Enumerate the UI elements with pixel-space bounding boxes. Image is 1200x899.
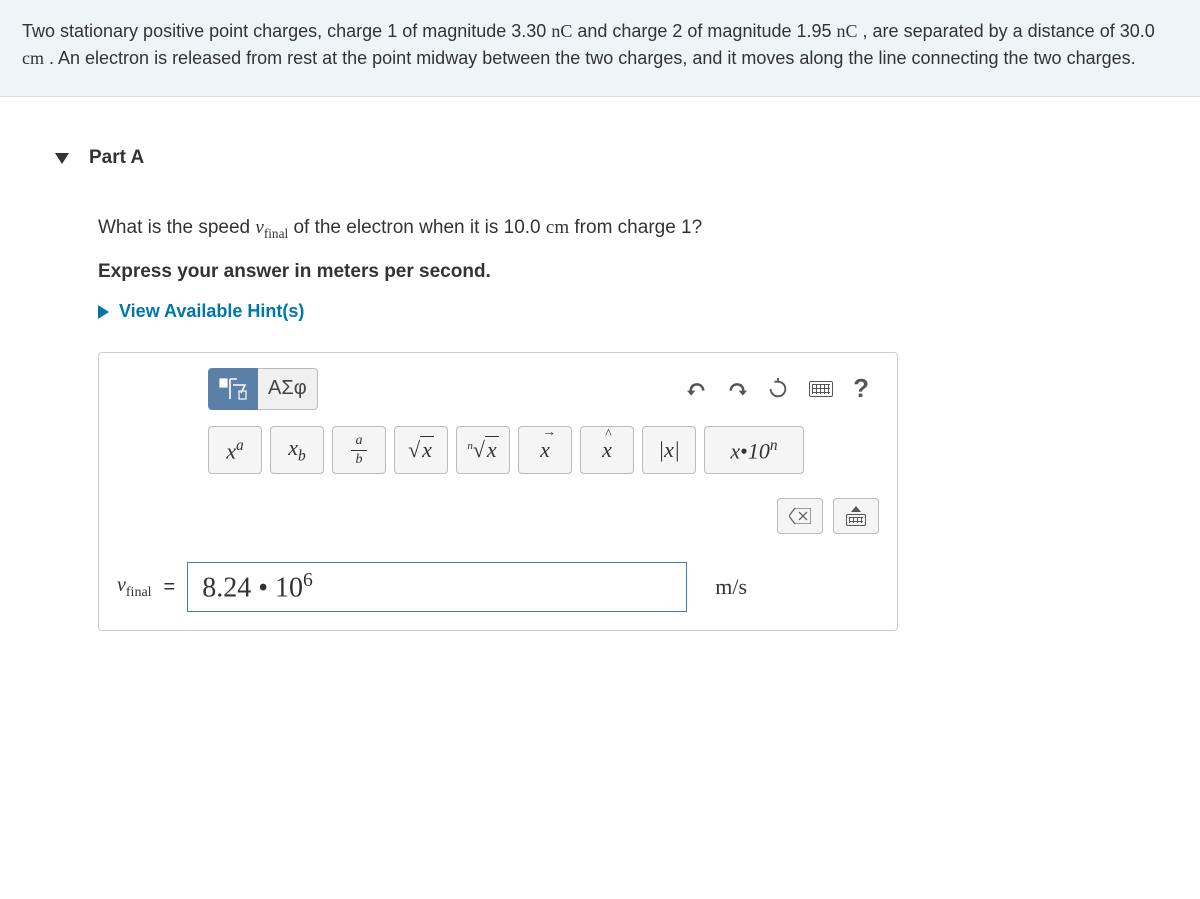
- unit-cm: cm: [22, 48, 44, 68]
- undo-button[interactable]: [677, 371, 717, 407]
- vector-button[interactable]: →x: [518, 426, 572, 474]
- scientific-notation-button[interactable]: x•10n: [704, 426, 804, 474]
- clear-button[interactable]: [777, 498, 823, 534]
- absolute-value-button[interactable]: |x|: [642, 426, 696, 474]
- keyboard-icon: [846, 514, 866, 526]
- toolbar-formatting: xa xb a b √x n√x: [99, 420, 897, 480]
- greek-symbols-button[interactable]: ΑΣφ: [258, 368, 318, 410]
- part-a-section: Part A What is the speed vfinal of the e…: [0, 97, 1200, 651]
- fraction-button[interactable]: a b: [332, 426, 386, 474]
- answer-line: vfinal = 8.24 • 106 m/s: [99, 548, 897, 630]
- problem-text: and charge 2 of magnitude 1.95: [572, 21, 836, 41]
- reset-button[interactable]: [757, 370, 799, 408]
- answer-units: m/s: [715, 574, 747, 600]
- problem-text: , are separated by a distance of 30.0: [858, 21, 1155, 41]
- keyboard-small-button[interactable]: [833, 498, 879, 534]
- math-templates-button[interactable]: [208, 368, 258, 410]
- superscript-button[interactable]: xa: [208, 426, 262, 474]
- toolbar-main: ΑΣφ: [99, 353, 897, 420]
- hints-label: View Available Hint(s): [119, 301, 304, 322]
- problem-text: Two stationary positive point charges, c…: [22, 21, 551, 41]
- toolbar-aux: [99, 480, 897, 548]
- redo-button[interactable]: [717, 371, 757, 407]
- keyboard-button[interactable]: [799, 373, 843, 405]
- reset-icon: [767, 378, 789, 400]
- view-hints-link[interactable]: View Available Hint(s): [98, 301, 1180, 322]
- keyboard-icon: [809, 381, 833, 397]
- chevron-right-icon: [98, 305, 109, 319]
- backspace-icon: [789, 508, 811, 524]
- part-a-body: What is the speed vfinal of the electron…: [30, 185, 1180, 631]
- undo-icon: [687, 379, 707, 399]
- answer-editor: ΑΣφ: [98, 352, 898, 631]
- nth-root-button[interactable]: n√x: [456, 426, 510, 474]
- hat-button[interactable]: ^x: [580, 426, 634, 474]
- unit-nc-1: nC: [551, 21, 572, 41]
- unit-nc-2: nC: [837, 21, 858, 41]
- answer-variable: vfinal: [117, 574, 152, 601]
- subscript-button[interactable]: xb: [270, 426, 324, 474]
- answer-instruction: Express your answer in meters per second…: [98, 261, 1180, 283]
- caret-up-icon: [851, 506, 861, 512]
- math-template-icon: [219, 377, 247, 401]
- equals-sign: =: [164, 576, 176, 599]
- sqrt-button[interactable]: √x: [394, 426, 448, 474]
- question-text: What is the speed vfinal of the electron…: [98, 215, 1180, 243]
- chevron-down-icon: [55, 153, 69, 164]
- problem-text: . An electron is released from rest at t…: [44, 48, 1136, 68]
- help-button[interactable]: ?: [843, 365, 879, 412]
- variable-vfinal: vfinal: [255, 217, 288, 238]
- part-a-header[interactable]: Part A: [30, 131, 1180, 185]
- answer-input[interactable]: 8.24 • 106: [187, 562, 687, 612]
- redo-icon: [727, 379, 747, 399]
- problem-statement: Two stationary positive point charges, c…: [0, 0, 1200, 97]
- part-title: Part A: [89, 147, 144, 169]
